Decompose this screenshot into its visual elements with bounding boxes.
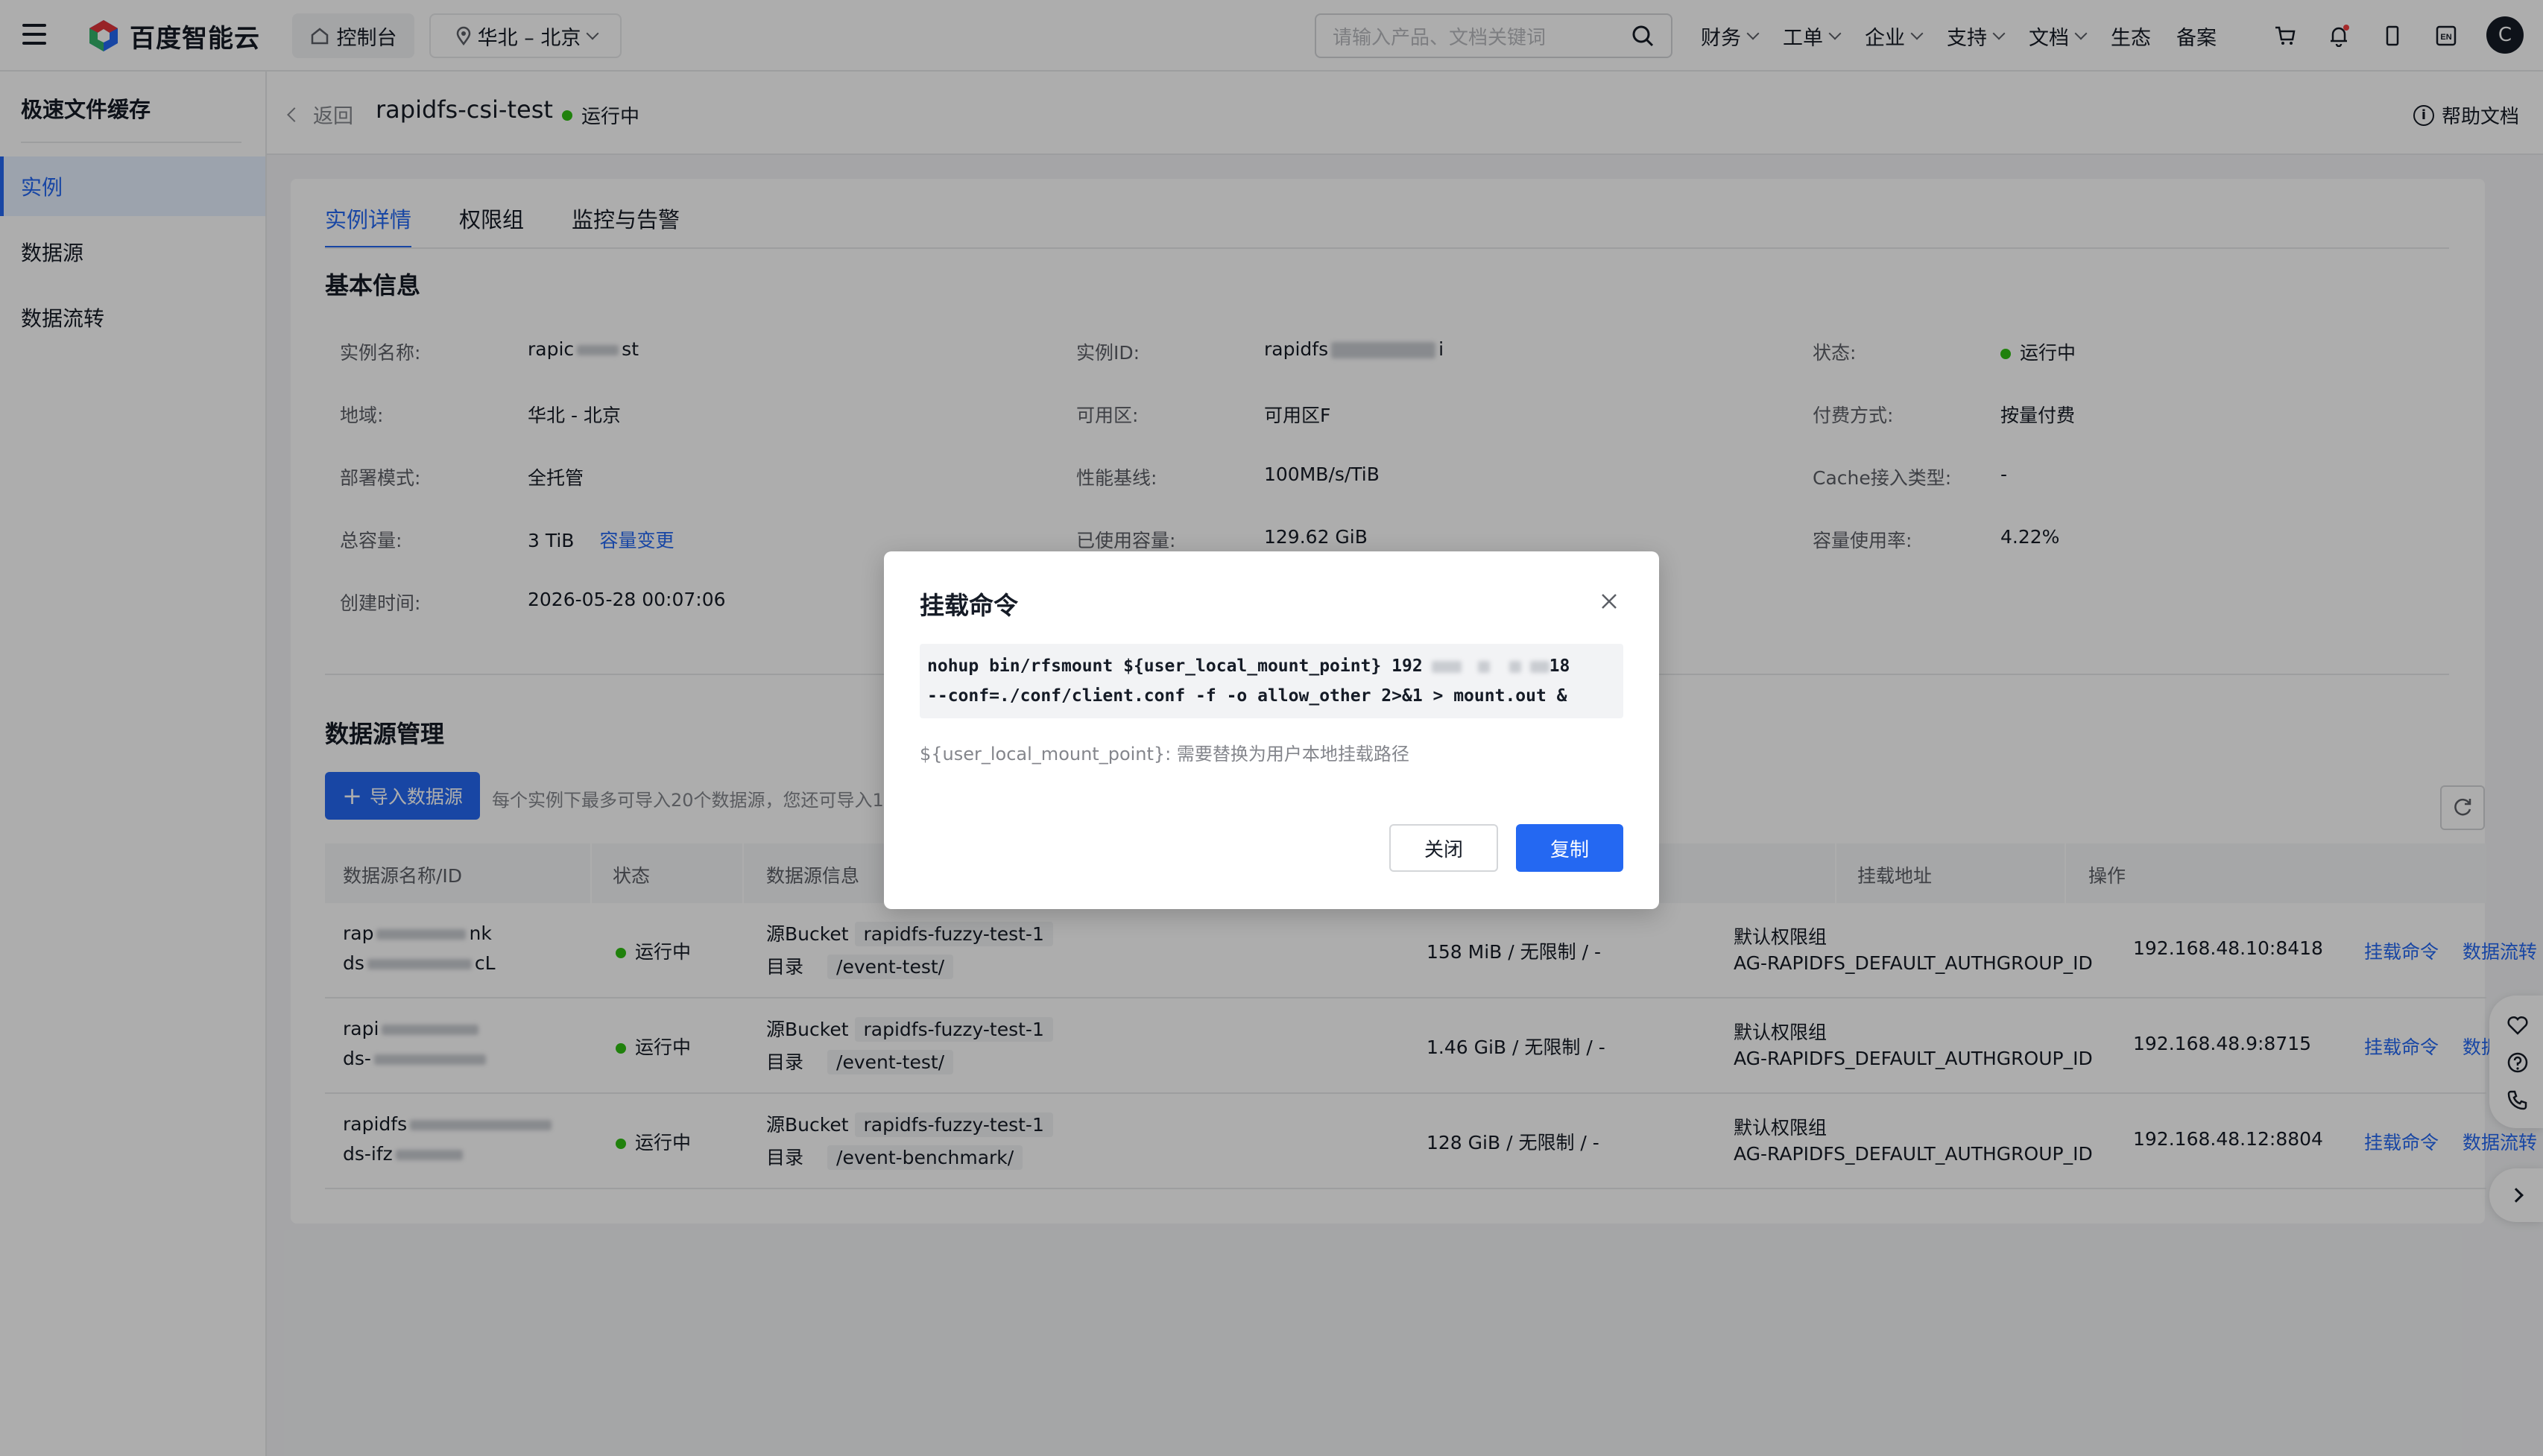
code-line: nohup bin/rfsmount ${user_local_mount_po… (927, 656, 1570, 676)
close-button[interactable]: 关闭 (1389, 824, 1498, 872)
dialog-note: ${user_local_mount_point}: 需要替换为用户本地挂载路径 (920, 744, 1409, 765)
close-icon[interactable] (1598, 590, 1620, 613)
mount-command-dialog: 挂载命令 nohup bin/rfsmount ${user_local_mou… (884, 551, 1659, 909)
mount-command-code[interactable]: nohup bin/rfsmount ${user_local_mount_po… (920, 644, 1623, 718)
copy-button[interactable]: 复制 (1516, 824, 1623, 872)
dialog-title: 挂载命令 (920, 591, 1018, 620)
code-line: --conf=./conf/client.conf -f -o allow_ot… (927, 686, 1567, 706)
